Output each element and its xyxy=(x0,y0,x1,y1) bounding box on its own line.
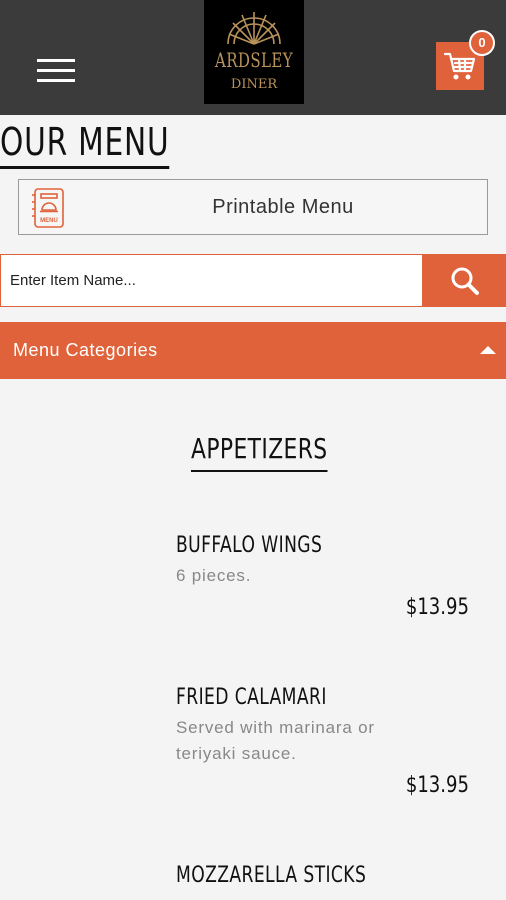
ardsley-diner-logo[interactable]: ARDSLEY DINER xyxy=(204,0,304,104)
search-icon xyxy=(451,267,479,295)
item-name: FRIED CALAMARI xyxy=(176,685,327,710)
menu-item-buffalo-wings[interactable]: BUFFALO WINGS 6 pieces. $13.95 xyxy=(0,532,506,632)
svg-text:MENU: MENU xyxy=(40,218,58,224)
svg-text:ARDSLEY: ARDSLEY xyxy=(214,48,293,72)
app-header: ARDSLEY DINER 0 xyxy=(0,0,506,115)
item-price: $13.95 xyxy=(405,595,469,620)
section-heading-appetizers: APPETIZERS xyxy=(191,430,328,472)
item-price: $13.95 xyxy=(405,773,469,798)
printable-menu-icon: MENU xyxy=(32,188,64,228)
item-description: Served with marinara or teriyaki sauce. xyxy=(176,718,375,763)
item-description: 6 pieces. xyxy=(176,566,252,585)
cart-icon xyxy=(443,52,476,80)
menu-item-mozzarella-sticks[interactable]: MOZZARELLA STICKS xyxy=(0,862,506,900)
printable-menu-button[interactable]: MENU Printable Menu xyxy=(18,179,488,235)
page-title: OUR MENU xyxy=(0,118,170,169)
menu-categories-dropdown[interactable]: Menu Categories xyxy=(0,322,506,379)
item-name: BUFFALO WINGS xyxy=(176,533,323,558)
caret-up-icon xyxy=(480,346,496,354)
menu-item-fried-calamari[interactable]: FRIED CALAMARI Served with marinara or t… xyxy=(0,684,506,804)
menu-categories-label: Menu Categories xyxy=(13,340,158,360)
cart-count-badge: 0 xyxy=(469,30,495,56)
hamburger-menu-icon[interactable] xyxy=(37,59,75,83)
printable-menu-label: Printable Menu xyxy=(212,196,354,218)
item-name: MOZZARELLA STICKS xyxy=(176,863,367,888)
search-button[interactable] xyxy=(423,254,506,307)
item-search-input[interactable] xyxy=(0,254,423,307)
svg-text:DINER: DINER xyxy=(231,77,278,92)
